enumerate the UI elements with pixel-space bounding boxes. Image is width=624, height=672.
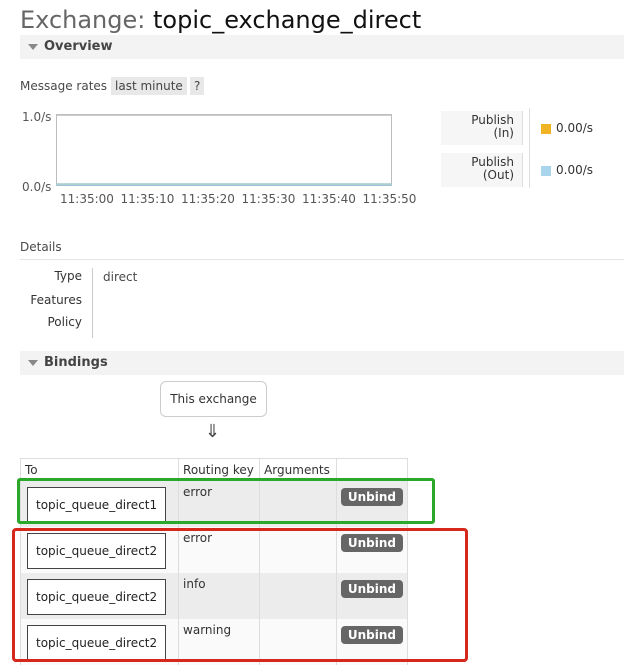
this-exchange-box: This exchange [160, 381, 267, 417]
policy-label: Policy [47, 315, 82, 329]
y-axis-min-label: 0.0/s [22, 180, 52, 194]
legend-publish-out: Publish (Out) [441, 153, 523, 187]
x-tick-label: 11:35:00 [60, 192, 114, 206]
legend-publish-in: Publish (In) [441, 111, 523, 145]
y-axis-max-label: 1.0/s [22, 110, 52, 124]
x-tick-label: 11:35:40 [302, 192, 356, 206]
legend-in-line2: (In) [493, 126, 514, 140]
legend-out-value: 0.00/s [556, 163, 594, 177]
message-rates-label: Message rates [20, 79, 108, 93]
details-heading: Details [20, 240, 62, 254]
exchange-name: topic_exchange_direct [153, 6, 422, 34]
highlight-box-red [12, 528, 468, 662]
type-value: direct [103, 270, 138, 284]
details-divider [20, 259, 624, 260]
collapse-triangle-icon [28, 360, 38, 366]
title-prefix: Exchange: [20, 6, 146, 34]
features-label: Features [30, 293, 82, 307]
legend-out-line2: (Out) [482, 168, 514, 182]
bindings-label: Bindings [44, 355, 108, 370]
x-tick-label: 11:35:50 [362, 192, 417, 206]
range-selector[interactable]: last minute [111, 77, 187, 95]
bindings-section-header[interactable]: Bindings [20, 351, 624, 375]
page-title: Exchange: topic_exchange_direct [20, 6, 421, 34]
legend-in-value: 0.00/s [556, 121, 594, 135]
help-button[interactable]: ? [190, 77, 205, 95]
type-label: Type [54, 269, 82, 283]
legend-in-swatch [541, 124, 551, 134]
down-arrow-icon: ⇓ [205, 421, 221, 442]
rates-chart-plot [57, 183, 391, 185]
legend-divider [529, 108, 530, 188]
highlight-box-green [17, 478, 435, 524]
collapse-triangle-icon [28, 44, 38, 50]
x-tick-label: 11:35:30 [241, 192, 296, 206]
legend-out-swatch [541, 166, 551, 176]
overview-label: Overview [44, 39, 113, 54]
overview-section-header[interactable]: Overview [20, 35, 624, 59]
rates-chart [56, 114, 392, 186]
details-vertical-rule [92, 268, 93, 338]
x-tick-label: 11:35:10 [120, 192, 175, 206]
x-tick-label: 11:35:20 [181, 192, 235, 206]
